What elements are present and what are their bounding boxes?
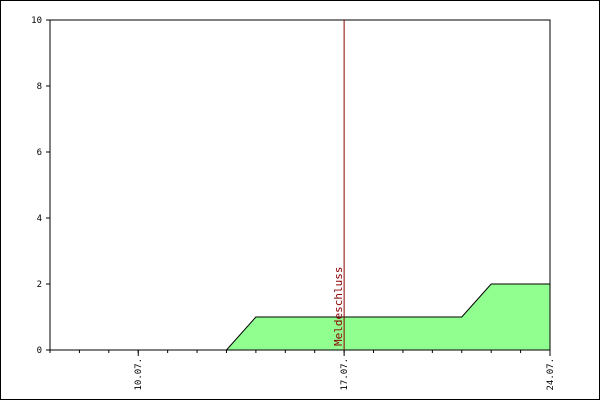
plot-area-border (49, 19, 551, 351)
chart-frame: 0 2 4 6 8 10 10.07. 17.07. 24.07. Meldeschluss (0, 0, 600, 400)
y-tick-label: 10 (31, 16, 42, 26)
y-tick-label: 0 (37, 346, 42, 356)
chart-svg: 0 2 4 6 8 10 10.07. 17.07. 24.07. Meldeschluss (31, 16, 556, 391)
deadline-marker-label: Meldeschluss (332, 267, 345, 346)
x-tick-label: 17.07. (340, 358, 350, 391)
y-tick-label: 8 (37, 82, 42, 92)
x-tick-label: 10.07. (134, 358, 144, 391)
y-tick-label: 4 (37, 214, 42, 224)
y-tick-label: 2 (37, 280, 42, 290)
y-tick-label: 6 (37, 148, 42, 158)
x-tick-label: 24.07. (546, 358, 556, 391)
